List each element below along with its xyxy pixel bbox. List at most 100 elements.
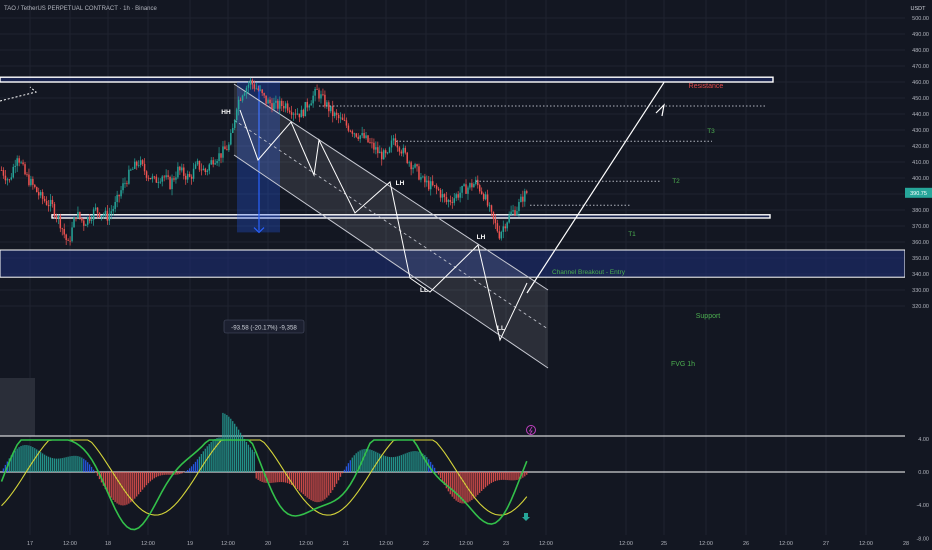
candle-body [220, 153, 222, 158]
candle-body [208, 164, 211, 171]
candle-body [237, 99, 240, 110]
candle-body [100, 215, 103, 217]
candle-body [69, 240, 71, 242]
histogram-bar [420, 452, 422, 472]
histogram-bar [451, 472, 453, 497]
histogram-bar [81, 457, 83, 472]
histogram-bar [316, 472, 318, 503]
histogram-bar [253, 451, 255, 472]
histogram-bar [177, 472, 179, 475]
histogram-bar [416, 451, 418, 472]
histogram-bar [447, 472, 449, 492]
indicator-tick: -4.00 [916, 503, 929, 509]
candle-body [318, 89, 320, 99]
candle-body [92, 209, 95, 220]
candle-body [147, 177, 150, 179]
candle-body [424, 176, 426, 183]
candle-body [330, 106, 332, 112]
candle-body [461, 185, 463, 193]
time-tick: 12:00 [859, 541, 873, 547]
histogram-bar [20, 446, 22, 472]
indicator-pane[interactable] [0, 412, 905, 531]
histogram-bar [45, 455, 48, 472]
candle-body [257, 88, 260, 91]
candle-body [247, 84, 250, 88]
histogram-bar [449, 472, 451, 495]
histogram-bar [314, 472, 316, 502]
candle-body [0, 170, 3, 171]
candle-body [510, 211, 512, 215]
histogram-bar [375, 451, 377, 472]
time-tick: 12:00 [299, 541, 313, 547]
time-tick: 22 [423, 541, 429, 547]
histogram-bar [208, 443, 210, 472]
histogram-bar [94, 472, 97, 473]
histogram-bar [41, 453, 44, 472]
resistance-label: Resistance [689, 83, 724, 90]
candle-body [10, 177, 13, 180]
candle-body [373, 142, 375, 150]
candle-body [81, 218, 83, 221]
histogram-bar [87, 462, 89, 472]
histogram-bar [439, 472, 442, 479]
candle-body [449, 200, 452, 202]
candle-body [347, 125, 350, 131]
entry-label: Channel Breakout - Entry [552, 269, 626, 276]
candle-body [49, 199, 52, 207]
histogram-bar [118, 472, 120, 505]
histogram-bar [145, 472, 148, 486]
fvg-label: FVG 1h [671, 361, 695, 368]
histogram-bar [159, 472, 161, 476]
candle-body [226, 149, 228, 151]
candle-body [361, 132, 363, 136]
session-shade [0, 378, 35, 436]
candle-body [241, 95, 244, 101]
candle-body [204, 168, 207, 173]
candle-body [233, 120, 236, 128]
histogram-bar [90, 466, 93, 472]
candle-body [322, 94, 324, 96]
candle-body [420, 177, 422, 180]
histogram-bar [136, 472, 138, 497]
resistance-zone[interactable] [0, 76, 774, 83]
t2-label: T2 [672, 178, 680, 185]
candle-body [398, 147, 401, 152]
candle-body [304, 102, 307, 117]
histogram-bar [471, 472, 473, 501]
buy-arrow-icon[interactable] [522, 513, 530, 521]
chart-window[interactable]: -93.58 (-20.17%) -9,358 Resistance Suppor… [0, 0, 932, 550]
histogram-bar [134, 472, 136, 499]
candle-body [459, 192, 461, 198]
candle-body [296, 113, 299, 115]
histogram-bar [202, 451, 204, 472]
histogram-bar [379, 453, 381, 472]
current-price-label: 390.75 [910, 191, 927, 197]
histogram-bar [53, 458, 56, 472]
histogram-bar [475, 472, 477, 497]
time-tick: 23 [503, 541, 509, 547]
histogram-bar [502, 472, 504, 480]
candle-body [286, 103, 289, 111]
candle-body [14, 165, 16, 167]
histogram-bar [294, 472, 297, 488]
histogram-bar [371, 450, 373, 472]
candle-body [126, 183, 128, 184]
histogram-bar [220, 437, 222, 472]
histogram-bar [406, 452, 408, 472]
price-tick: 360.00 [912, 240, 929, 246]
histogram-bar [61, 458, 63, 472]
histogram-bar [339, 472, 342, 477]
candle-body [34, 184, 36, 188]
histogram-bar [337, 472, 340, 481]
histogram-bar [324, 472, 326, 500]
histogram-bar [481, 472, 483, 491]
price-chart[interactable]: -93.58 (-20.17%) -9,358 Resistance Suppor… [0, 0, 932, 550]
candle-body [518, 202, 520, 212]
candle-body [284, 103, 287, 109]
candle-body [8, 179, 11, 181]
candle-body [73, 217, 75, 228]
candle-body [433, 185, 436, 187]
candle-body [265, 95, 267, 104]
candle-body [365, 135, 367, 138]
histogram-bar [369, 449, 371, 472]
